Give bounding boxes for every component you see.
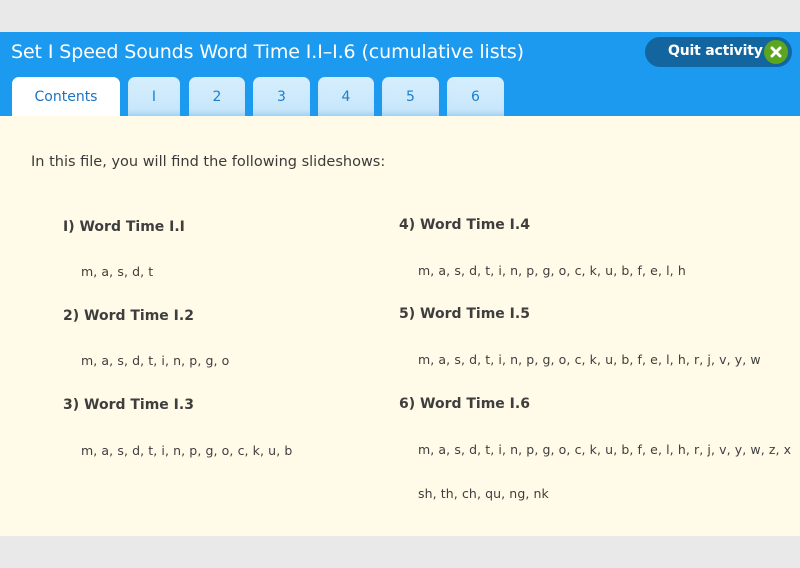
tab-label: 4 xyxy=(341,88,351,105)
top-margin xyxy=(0,0,800,32)
entry-sounds: m, a, s, d, t, i, n, p, g, o, c, k, u, b… xyxy=(418,352,761,367)
activity-header: Set I Speed Sounds Word Time I.I–I.6 (cu… xyxy=(0,32,800,116)
entry-title: 2) Word Time I.2 xyxy=(63,308,194,324)
contents-panel: In this file, you will find the followin… xyxy=(0,116,800,536)
tab-label: I xyxy=(151,88,157,105)
tab-label: Contents xyxy=(34,88,98,105)
entry-sounds-digraphs: sh, th, ch, qu, ng, nk xyxy=(418,486,549,501)
tab-label: 6 xyxy=(471,88,480,105)
entry-title: 6) Word Time I.6 xyxy=(399,396,530,412)
tab-contents[interactable]: Contents xyxy=(12,77,120,116)
tab-4[interactable]: 4 xyxy=(318,77,374,116)
entry-title: 3) Word Time I.3 xyxy=(63,397,194,413)
tab-5[interactable]: 5 xyxy=(382,77,439,116)
entry-title: I) Word Time I.I xyxy=(63,219,185,235)
entry-sounds: m, a, s, d, t, i, n, p, g, o, c, k, u, b… xyxy=(418,442,792,457)
tab-3[interactable]: 3 xyxy=(253,77,310,116)
entry-title: 5) Word Time I.5 xyxy=(399,306,530,322)
quit-activity-label: Quit activity xyxy=(668,43,763,59)
tab-1[interactable]: I xyxy=(128,77,180,116)
entry-sounds: m, a, s, d, t xyxy=(81,264,154,279)
entry-sounds: m, a, s, d, t, i, n, p, g, o xyxy=(81,353,230,368)
tab-label: 5 xyxy=(406,88,415,105)
tab-2[interactable]: 2 xyxy=(189,77,245,116)
entry-title: 4) Word Time I.4 xyxy=(399,217,530,233)
intro-text: In this file, you will find the followin… xyxy=(31,154,386,170)
tab-label: 2 xyxy=(212,88,222,105)
quit-activity-button[interactable]: Quit activity xyxy=(645,37,792,67)
tab-label: 3 xyxy=(277,88,286,105)
entry-sounds: m, a, s, d, t, i, n, p, g, o, c, k, u, b… xyxy=(418,263,686,278)
bottom-margin xyxy=(0,536,800,568)
close-icon[interactable] xyxy=(764,40,788,64)
tab-bar: Contents I 2 3 4 5 6 xyxy=(0,77,800,116)
activity-title: Set I Speed Sounds Word Time I.I–I.6 (cu… xyxy=(11,41,524,63)
tab-6[interactable]: 6 xyxy=(447,77,504,116)
entry-sounds: m, a, s, d, t, i, n, p, g, o, c, k, u, b xyxy=(81,443,293,458)
